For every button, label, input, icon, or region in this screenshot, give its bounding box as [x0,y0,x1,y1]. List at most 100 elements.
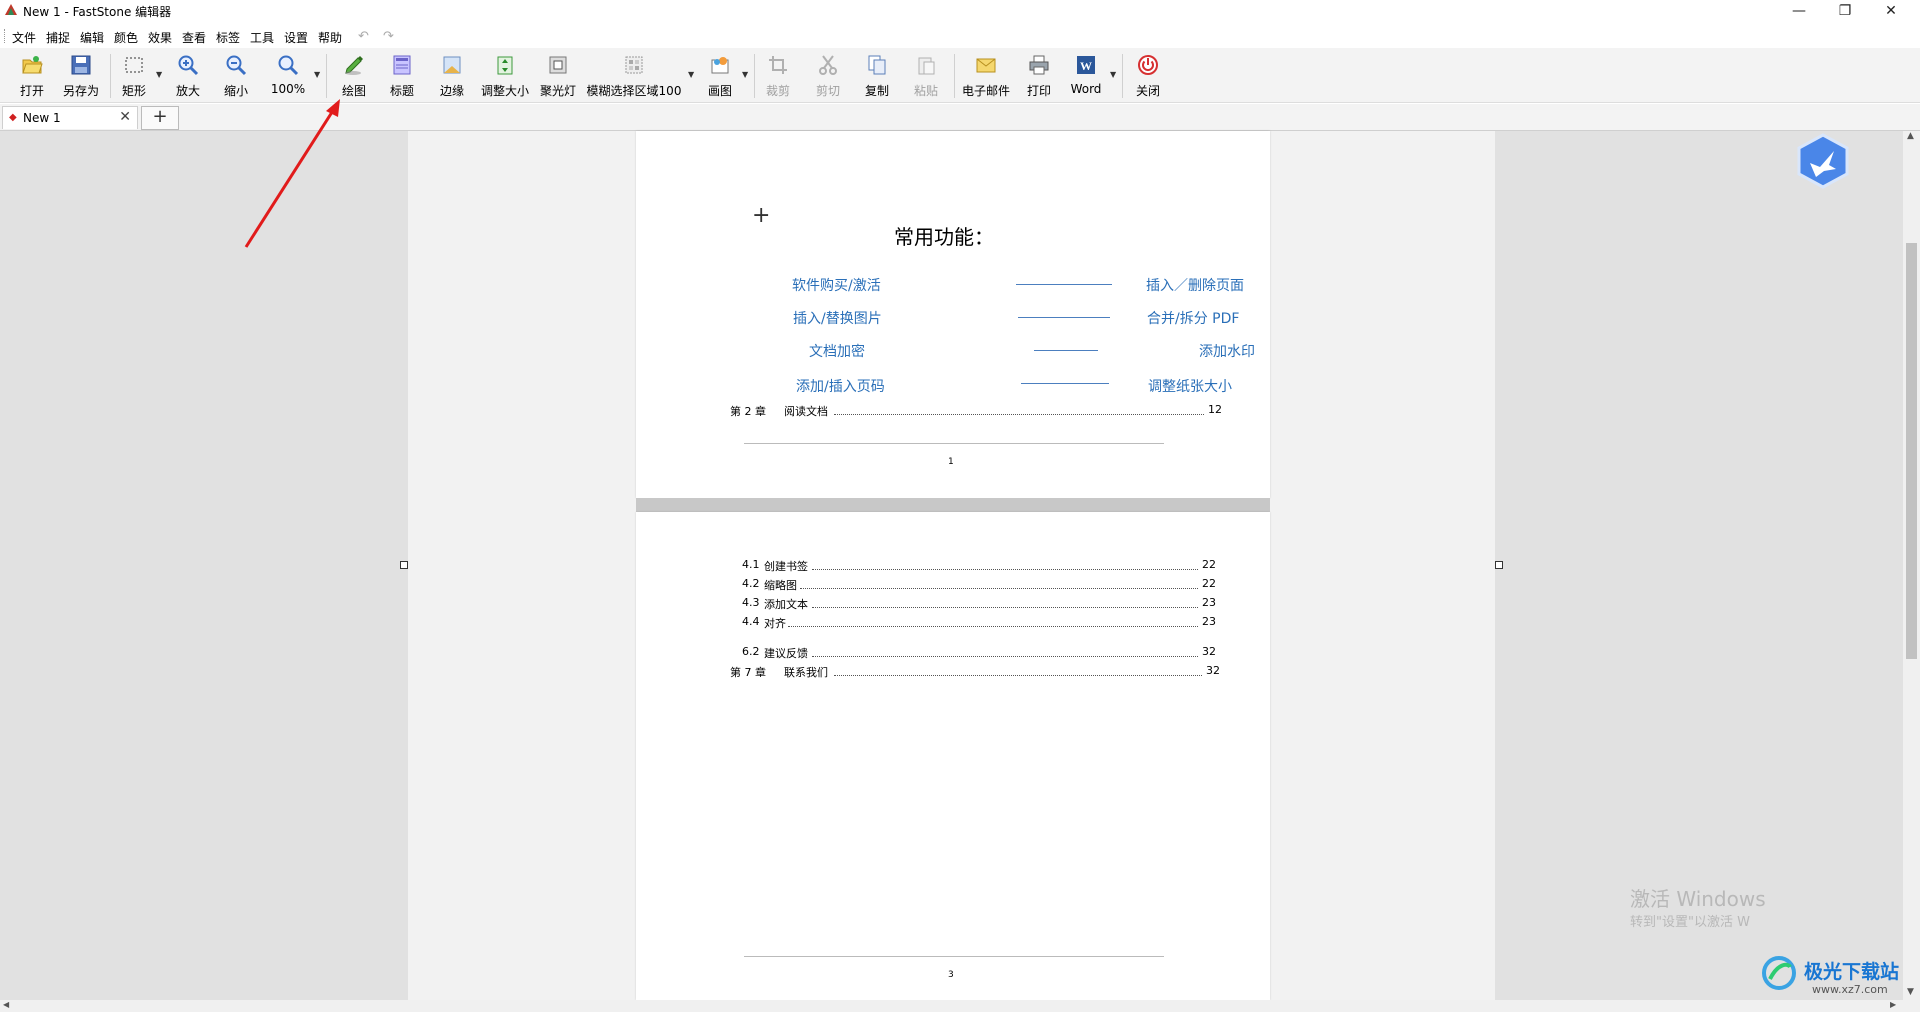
zoom-out-button[interactable]: 缩小 [216,52,256,100]
minimize-button[interactable]: — [1776,0,1822,22]
menu-help[interactable]: 帮助 [318,29,342,46]
blur-dropdown-icon[interactable]: ▼ [688,70,694,79]
cut-button[interactable]: 剪切 [808,52,848,100]
menu-file[interactable]: 文件 [12,29,36,46]
resize-icon [497,56,513,75]
redo-icon[interactable]: ↷ [383,29,394,44]
zoom-level-label: 100% [270,82,306,96]
rectangle-select-button[interactable]: 矩形 [114,52,154,100]
canvas-button[interactable]: 画图 [700,52,740,100]
image-canvas[interactable]: + 常用功能： 软件购买/激活 插入/替换图片 文档加密 添加/插入页码 插入／… [0,131,1903,1000]
toc-page: 32 [1202,645,1216,658]
word-button[interactable]: W Word [1066,52,1106,100]
scroll-left-icon[interactable]: ◀ [3,1000,9,1009]
menu-effects[interactable]: 效果 [148,29,172,46]
tab-new-1[interactable]: ◆ New 1 ✕ [2,106,138,129]
copy-icon [868,55,886,75]
open-button[interactable]: 打开 [10,52,54,100]
site-url: www.xz7.com [1812,983,1888,996]
toolbar-separator [954,54,955,98]
close-window-button[interactable]: ✕ [1868,0,1914,22]
undo-icon[interactable]: ↶ [358,29,369,44]
link-page-number: 添加/插入页码 [796,379,885,395]
vertical-scrollbar[interactable]: ▲ ▼ [1903,131,1920,1000]
toc-page: 23 [1202,596,1216,609]
resize-handle-right[interactable] [1495,561,1503,569]
modified-indicator-icon: ◆ [9,112,17,123]
toc-chapter-title: 联系我们 [784,666,828,679]
edge-button[interactable]: 边缘 [432,52,472,100]
toc-title: 对齐 [764,617,786,630]
tab-close-icon[interactable]: ✕ [119,109,131,125]
rect-dropdown-icon[interactable]: ▼ [156,70,162,79]
resize-handle-left[interactable] [400,561,408,569]
spotlight-button[interactable]: 聚光灯 [538,52,578,100]
crop-button[interactable]: 裁剪 [758,52,798,100]
spotlight-icon [549,56,567,74]
cut-label: 剪切 [815,84,840,98]
paste-label: 粘贴 [913,84,938,98]
menu-capture[interactable]: 捕捉 [46,29,70,46]
app-logo-icon [5,4,17,15]
email-button[interactable]: 电子邮件 [958,52,1014,100]
print-label: 打印 [1026,84,1051,98]
restore-button[interactable]: ❐ [1822,0,1868,22]
toc-leader [800,588,1198,589]
close-label: 关闭 [1135,84,1160,98]
zoom-in-button[interactable]: 放大 [168,52,208,100]
menu-edit[interactable]: 编辑 [80,29,104,46]
scroll-thumb[interactable] [1906,243,1917,659]
close-button[interactable]: 关闭 [1128,52,1168,100]
blur-label: 模糊选择区域100 [586,84,682,98]
menu-tags[interactable]: 标签 [216,29,240,46]
paste-icon [918,57,935,75]
scroll-down-icon[interactable]: ▼ [1907,987,1914,997]
windows-activation-hint: 转到"设置"以激活 W [1630,915,1750,930]
scroll-right-icon[interactable]: ▶ [1890,1000,1896,1009]
document-page-1: + 常用功能： 软件购买/激活 插入/替换图片 文档加密 添加/插入页码 插入／… [636,131,1270,498]
paste-button[interactable]: 粘贴 [906,52,946,100]
draw-button[interactable]: 绘图 [334,52,374,100]
horizontal-scrollbar[interactable]: ◀ ▶ [0,1000,1920,1012]
rect-label: 矩形 [121,84,146,98]
save-icon [71,55,91,75]
menu-tools[interactable]: 工具 [250,29,274,46]
draw-icon [345,56,363,75]
rectangle-select-icon [125,57,143,73]
spotlight-label: 聚光灯 [539,84,576,98]
toc-leader [834,675,1202,676]
caption-button[interactable]: 标题 [382,52,422,100]
scroll-up-icon[interactable]: ▲ [1907,131,1914,141]
site-name: 极光下载站 [1804,961,1900,983]
menu-color[interactable]: 颜色 [114,29,138,46]
toc-page: 22 [1202,558,1216,571]
print-button[interactable]: 打印 [1019,52,1059,100]
svg-text:W: W [1080,59,1092,73]
close-icon: ✕ [1885,3,1897,19]
resize-button[interactable]: 调整大小 [480,52,530,100]
zoom-dropdown-icon[interactable]: ▼ [314,70,320,79]
document-page-3: 4.1 创建书签 22 4.2 缩略图 22 4.3 添加文本 23 4.4 对… [636,512,1270,1000]
toc-num: 4.2 [742,577,760,590]
save-as-button[interactable]: 另存为 [58,52,104,100]
canvas-dropdown-icon[interactable]: ▼ [742,70,748,79]
toolbar-separator [326,54,327,98]
canvas-icon [711,57,729,74]
new-tab-button[interactable]: + [141,106,179,130]
menu-view[interactable]: 查看 [182,29,206,46]
zoom-in-label: 放大 [175,84,200,98]
link-encrypt: 文档加密 [809,344,865,360]
page-number: 3 [948,970,954,980]
window-title: New 1 - FastStone 编辑器 [23,5,172,19]
zoom-level-button[interactable]: 100% [266,52,310,100]
menu-settings[interactable]: 设置 [284,29,308,46]
word-dropdown-icon[interactable]: ▼ [1110,70,1116,79]
toc-title: 建议反馈 [764,647,808,660]
toc-leader [812,607,1198,608]
connector-line [1018,317,1110,318]
link-insert-delete-page: 插入／删除页面 [1146,278,1244,294]
zoom-level-icon [278,55,299,76]
caption-icon [393,55,411,75]
copy-button[interactable]: 复制 [857,52,897,100]
blur-button[interactable]: 模糊选择区域100 [586,52,682,100]
